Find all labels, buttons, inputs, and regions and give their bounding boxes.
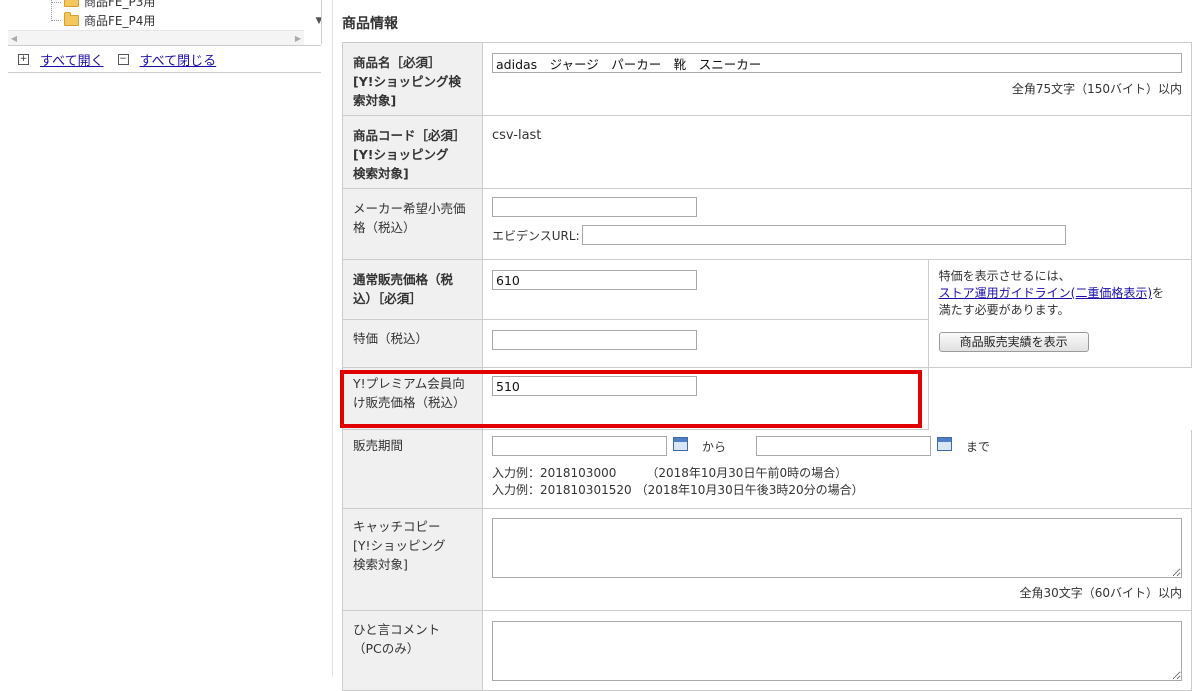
product-name-label: 商品名［必須］ [Y!ショッピング検 索対象] [342, 42, 483, 116]
price-note-cell: 特価を表示させるには、 ストア運用ガイドライン(二重価格表示)を 満たす必要があ… [927, 259, 1193, 368]
date-format-examples: 入力例：2018103000 （2018年10月30日午前0時の場合） 入力例：2… [492, 465, 1182, 499]
section-title: 商品情報 [342, 16, 398, 32]
folder-icon [64, 0, 79, 7]
comment-textarea[interactable] [492, 621, 1182, 681]
product-code-label: 商品コード［必須］ [Y!ショッピング 検索対象] [342, 115, 483, 189]
row-comment: ひと言コメント （PCのみ） [342, 610, 1192, 691]
example2-label: 入力例：201810301520 [492, 483, 632, 497]
folder-icon [64, 11, 79, 26]
example1-label: 入力例：2018103000 [492, 466, 617, 480]
collapse-all-link[interactable]: すべて閉じる [140, 50, 217, 69]
show-sales-record-button[interactable]: 商品販売実績を表示 [938, 332, 1089, 352]
premium-price-input[interactable] [492, 376, 697, 396]
tree-item-label: 商品FE_P4用 [84, 13, 156, 28]
tree-item-label: 商品FE_P3用 [84, 0, 156, 9]
sale-period-cell: から まで 入力例：2018103000 （2018年10月30日午前0時の場合）… [482, 429, 1192, 509]
tree-item-p4[interactable]: 商品FE_P4用 [64, 11, 155, 29]
row-product-name: 商品名［必須］[Y!ショッピング検索対象] 全角75文字（150バイト）以内 [342, 42, 1192, 116]
product-code-value: csv-last [492, 128, 542, 143]
plus-box-icon: + [18, 53, 29, 65]
price-note-line1: 特価を表示させるには、 [938, 269, 1071, 283]
premium-price-label: Y!プレミアム会員向 け販売価格（税込） [342, 367, 483, 430]
premium-price-cell [482, 367, 929, 430]
price-note-line3: 満たす必要があります。 [938, 303, 1070, 317]
comment-cell [482, 610, 1192, 691]
catch-copy-cell: 全角30文字（60バイト）以内 [482, 508, 1192, 611]
normal-price-cell [482, 259, 929, 320]
example2-desc: （2018年10月30日午後3時20分の場合） [635, 483, 864, 497]
maker-price-label: メーカー希望小売価 格（税込） [342, 188, 483, 260]
example1-desc: （2018年10月30日午前0時の場合） [646, 466, 848, 480]
scroll-left-arrow-icon[interactable]: ◀ [8, 31, 20, 45]
category-tree-panel: 商品FE_P3用 商品FE_P4用 ▼ ◀ ▶ + すべて開く − すべて閉じる [0, 0, 333, 677]
tree-controls: + すべて開く − すべて閉じる [8, 45, 321, 73]
special-price-cell [482, 319, 929, 368]
scroll-right-arrow-icon[interactable]: ▶ [292, 31, 304, 45]
special-price-input[interactable] [492, 330, 697, 350]
row-maker-price: メーカー希望小売価 格（税込） エビデンスURL: [342, 188, 1192, 260]
row-catch-copy: キャッチコピー [Y!ショッピング 検索対象] 全角30文字（60バイト）以内 [342, 508, 1192, 611]
minus-box-icon: − [117, 53, 129, 65]
row-sale-period: 販売期間 から まで 入力例：2018103000 （2018年10月30日午前0… [342, 429, 1192, 509]
product-name-hint: 全角75文字（150バイト）以内 [1011, 82, 1182, 96]
horizontal-scrollbar[interactable]: ◀ ▶ [8, 30, 304, 45]
row-product-code: 商品コード［必須］ [Y!ショッピング 検索対象] csv-last [342, 115, 1192, 189]
evidence-url-label: エビデンスURL: [492, 228, 580, 243]
evidence-url-row: エビデンスURL: [492, 225, 1182, 245]
evidence-url-input[interactable] [581, 225, 1066, 245]
product-name-cell: 全角75文字（150バイト）以内 [482, 42, 1192, 116]
sale-end-input[interactable] [755, 436, 931, 456]
catch-copy-hint: 全角30文字（60バイト）以内 [1019, 586, 1182, 600]
product-name-input[interactable] [492, 53, 1182, 73]
maker-price-input[interactable] [492, 197, 697, 217]
calendar-icon[interactable] [673, 437, 688, 451]
maker-price-cell: エビデンスURL: [482, 188, 1192, 260]
normal-price-input[interactable] [492, 270, 697, 290]
normal-price-label: 通常販売価格（税 込）［必須］ [342, 259, 483, 320]
product-info-table: 商品名［必須］[Y!ショッピング検索対象] 全角75文字（150バイト）以内 商… [342, 42, 1193, 691]
sale-start-input[interactable] [492, 436, 667, 456]
special-price-label: 特価（税込） [342, 319, 483, 368]
catch-copy-label: キャッチコピー [Y!ショッピング 検索対象] [342, 508, 483, 611]
calendar-icon[interactable] [936, 437, 952, 451]
tree-item-p3[interactable]: 商品FE_P3用 [64, 0, 155, 10]
product-code-cell: csv-last [482, 115, 1192, 189]
catch-copy-textarea[interactable] [492, 518, 1182, 578]
to-text: まで [965, 439, 990, 454]
tree-connector [51, 2, 61, 3]
row-premium-price: Y!プレミアム会員向 け販売価格（税込） [342, 367, 1192, 430]
tree-connector [51, 0, 52, 21]
row-normal-price: 通常販売価格（税込）［必須］ 特価を表示させるには、 ストア運用ガイドライン(二… [342, 259, 1193, 368]
tree-connector [51, 20, 61, 21]
expand-all-link[interactable]: すべて開く [40, 50, 104, 69]
sale-period-label: 販売期間 [342, 429, 483, 509]
store-guideline-link[interactable]: ストア運用ガイドライン(二重価格表示) [939, 286, 1152, 300]
empty-cell [927, 367, 1192, 430]
from-text: から [702, 439, 727, 454]
price-note-line2: を [1152, 286, 1165, 300]
comment-label: ひと言コメント （PCのみ） [342, 610, 483, 691]
scroll-down-arrow-icon[interactable]: ▼ [312, 14, 321, 28]
